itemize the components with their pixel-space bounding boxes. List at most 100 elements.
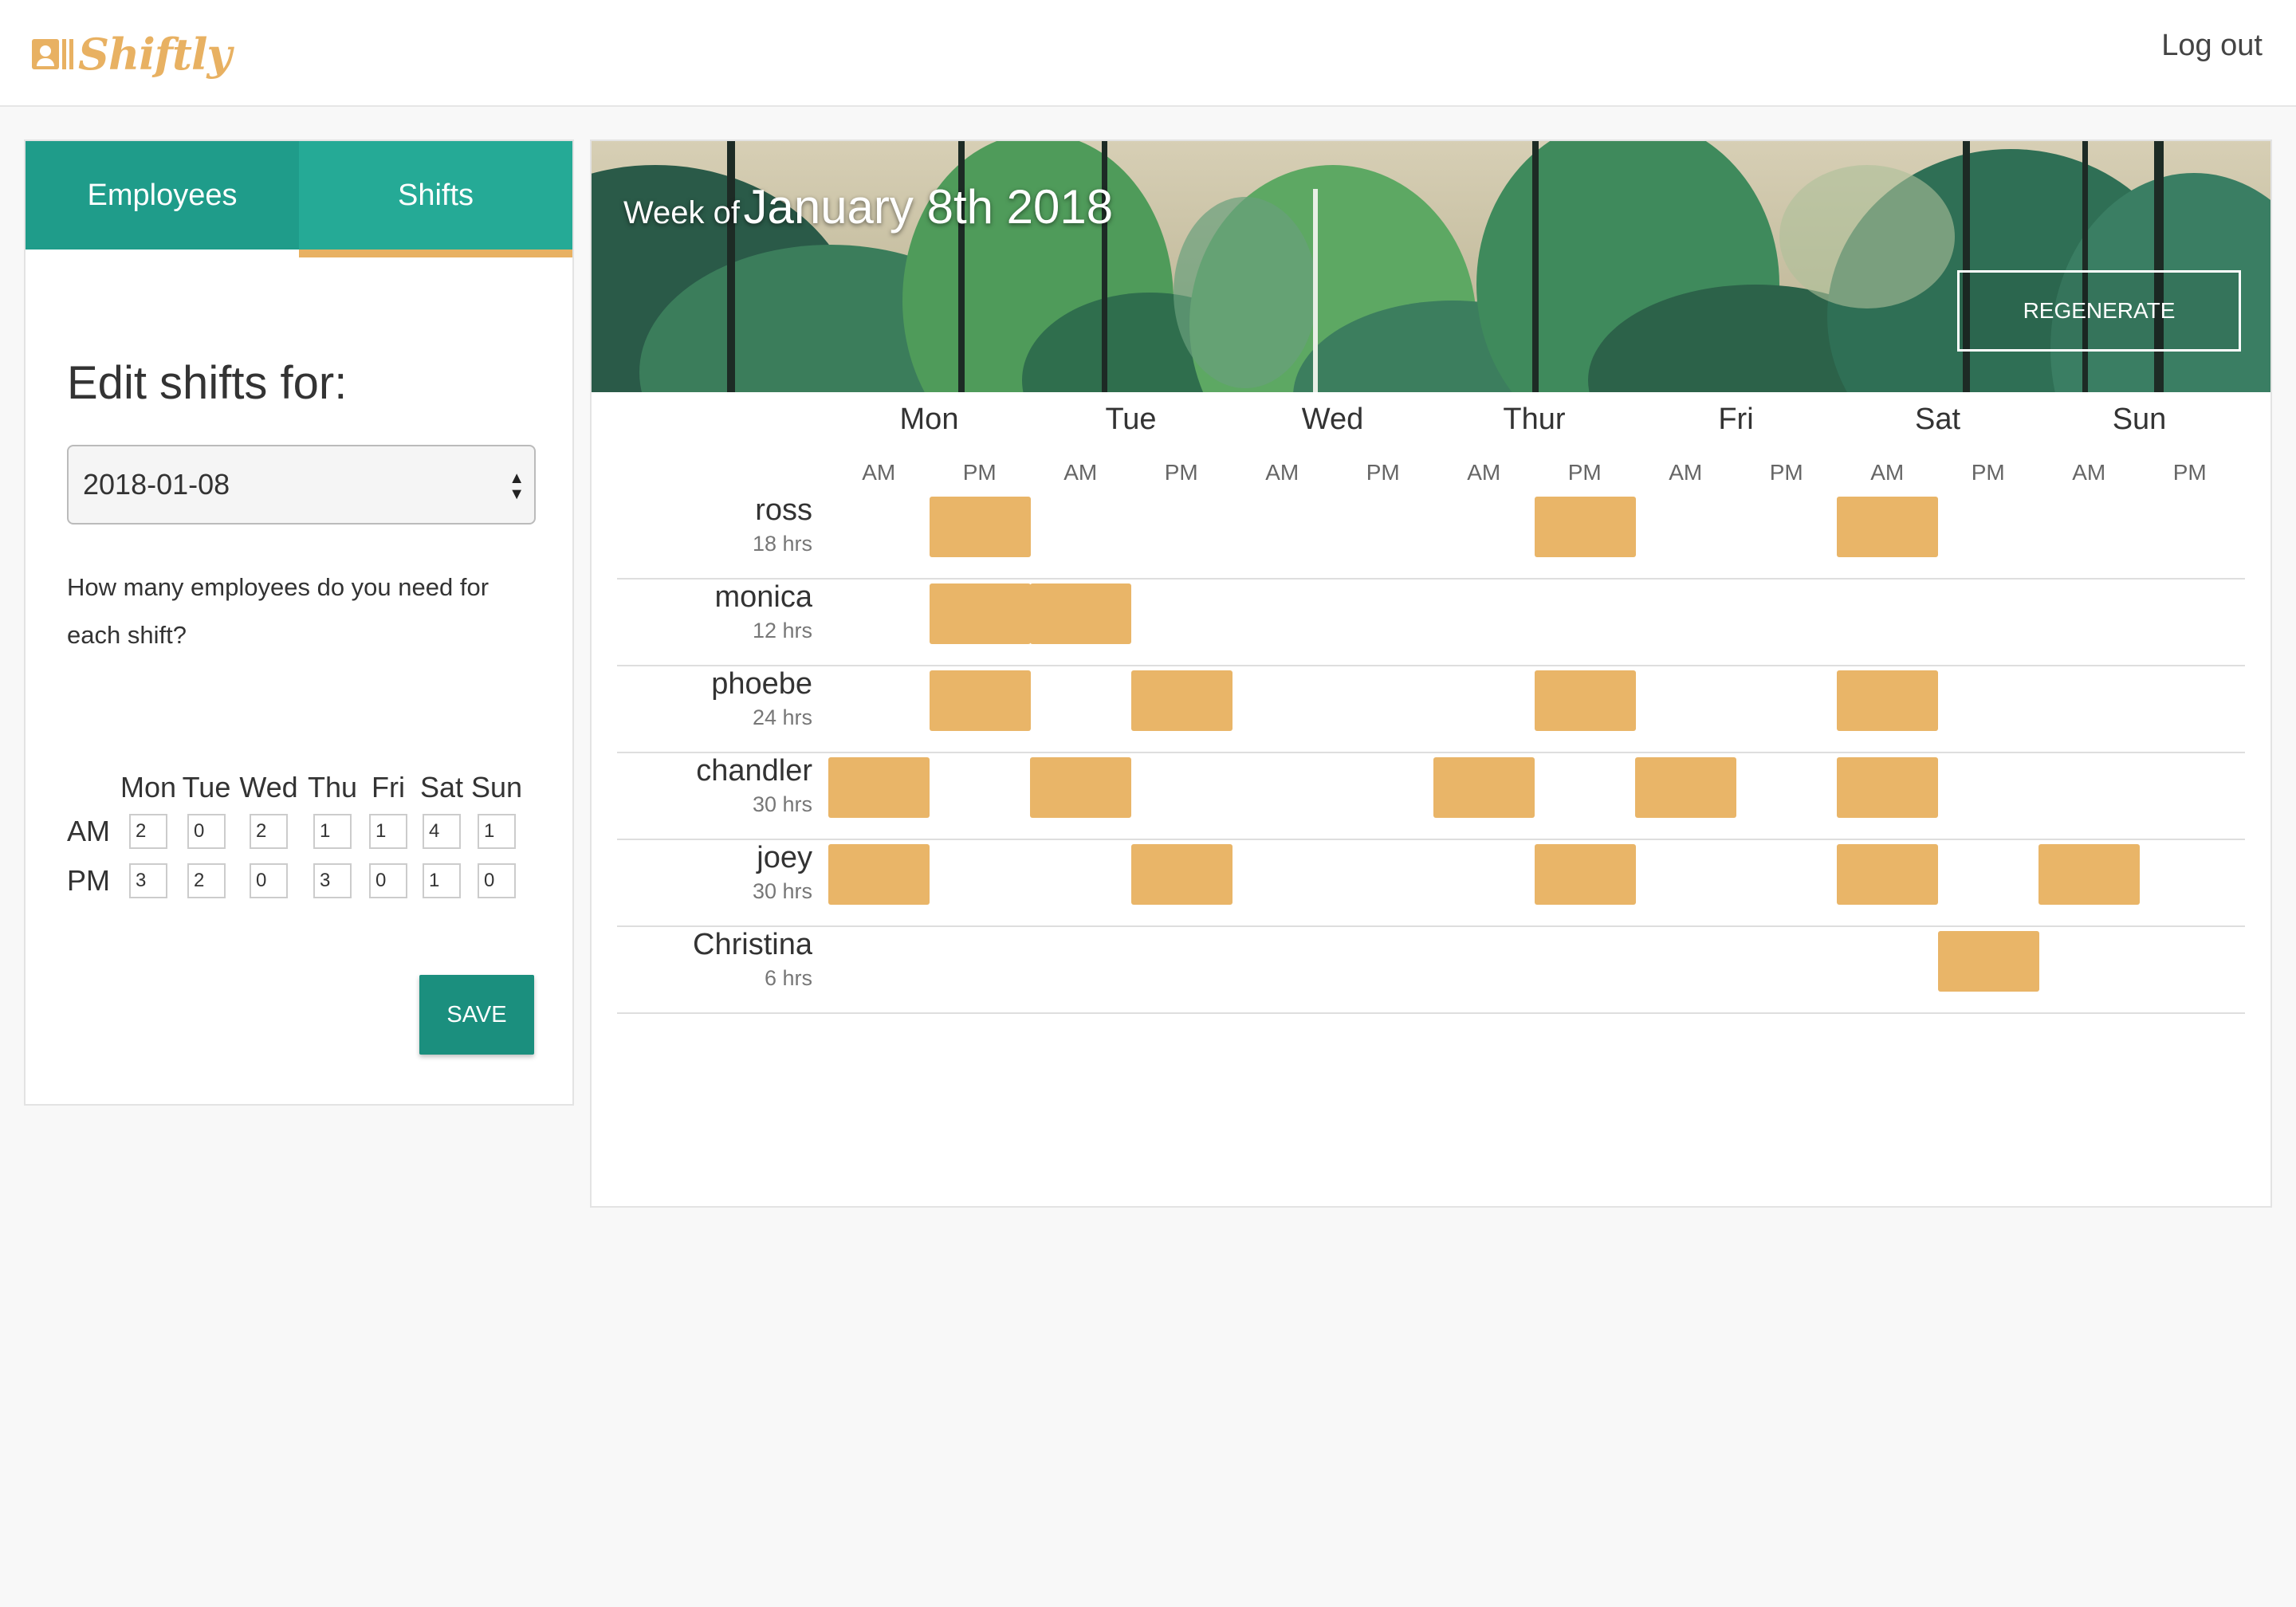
shift-block[interactable] xyxy=(828,757,930,818)
shift-block[interactable] xyxy=(1837,757,1938,818)
shift-block[interactable] xyxy=(1635,757,1736,818)
selected-date-value: 2018-01-08 xyxy=(83,468,230,501)
needed-input-am-tue[interactable]: 0 xyxy=(187,814,226,849)
week-banner: Week of January 8th 2018 REGENERATE xyxy=(592,141,2270,392)
shift-block[interactable] xyxy=(828,844,930,905)
half-day-label-sun-am: AM xyxy=(2072,460,2106,485)
needed-input-pm-mon[interactable]: 3 xyxy=(129,863,167,898)
employee-hours: 18 hrs xyxy=(752,532,812,556)
panel-tabs: Employees Shifts xyxy=(26,141,572,257)
needed-col-mon: Mon xyxy=(120,771,177,804)
half-day-label-wed-pm: PM xyxy=(1366,460,1400,485)
employee-hours: 30 hrs xyxy=(752,879,812,903)
needed-input-am-thu[interactable]: 1 xyxy=(313,814,352,849)
half-day-label-sun-pm: PM xyxy=(2172,460,2207,485)
half-day-label-mon-am: AM xyxy=(862,460,896,485)
day-header-thur: Thur xyxy=(1503,403,1566,436)
week-date: January 8th 2018 xyxy=(743,180,1114,234)
shift-block[interactable] xyxy=(1030,757,1131,818)
top-bar: Shiftly Log out xyxy=(0,0,2296,107)
employee-hours: 12 hrs xyxy=(752,619,812,642)
half-day-label-fri-pm: PM xyxy=(1769,460,1803,485)
day-header-wed: Wed xyxy=(1301,403,1364,436)
employees-needed-question: How many employees do you need for each … xyxy=(67,573,489,649)
employee-hours: 6 hrs xyxy=(764,966,812,990)
shift-block[interactable] xyxy=(1534,670,1636,731)
employee-name: joey xyxy=(757,841,812,874)
app-logo[interactable]: Shiftly xyxy=(32,22,232,86)
shift-block[interactable] xyxy=(2038,844,2140,905)
save-button[interactable]: SAVE xyxy=(419,975,534,1055)
employee-hours: 30 hrs xyxy=(752,792,812,816)
shift-block[interactable] xyxy=(1837,670,1938,731)
row-divider xyxy=(617,665,2245,666)
select-arrows-icon: ▲ ▼ xyxy=(509,470,525,503)
employee-hours: 24 hrs xyxy=(752,705,812,729)
half-day-label-sat-am: AM xyxy=(1870,460,1905,485)
needed-input-am-mon[interactable]: 2 xyxy=(129,814,167,849)
half-day-label-mon-pm: PM xyxy=(962,460,997,485)
am-row-label: AM xyxy=(67,815,110,847)
shift-block[interactable] xyxy=(1130,670,1233,731)
needed-row-pm: PM 3203010 xyxy=(67,859,525,903)
shift-settings-panel: Employees Shifts Edit shifts for: 2018-0… xyxy=(24,139,574,1106)
shift-block[interactable] xyxy=(1837,497,1938,557)
needed-input-pm-sat[interactable]: 1 xyxy=(423,863,461,898)
row-divider xyxy=(617,925,2245,927)
day-header-fri: Fri xyxy=(1718,403,1754,436)
shift-block[interactable] xyxy=(1534,844,1636,905)
half-day-label-tue-am: AM xyxy=(1063,460,1098,485)
shift-block[interactable] xyxy=(929,497,1031,557)
logo-icon xyxy=(32,39,73,69)
week-title: Week of January 8th 2018 xyxy=(623,179,1113,234)
needed-input-pm-sun[interactable]: 0 xyxy=(478,863,516,898)
pm-row-label: PM xyxy=(67,864,110,897)
needed-input-am-wed[interactable]: 2 xyxy=(250,814,288,849)
shift-block[interactable] xyxy=(1534,497,1636,557)
employee-name: Christina xyxy=(693,928,812,961)
logout-link[interactable]: Log out xyxy=(2161,29,2263,63)
needed-col-sun: Sun xyxy=(470,771,523,804)
regenerate-button[interactable]: REGENERATE xyxy=(1957,270,2241,352)
half-day-label-thur-am: AM xyxy=(1467,460,1501,485)
half-day-label-sat-pm: PM xyxy=(1971,460,2005,485)
week-prefix: Week of xyxy=(623,195,740,230)
row-divider xyxy=(617,1012,2245,1014)
shift-block[interactable] xyxy=(1837,844,1938,905)
employee-name: phoebe xyxy=(711,667,812,701)
half-day-label-fri-am: AM xyxy=(1669,460,1703,485)
half-day-label-wed-am: AM xyxy=(1265,460,1299,485)
needed-col-thu: Thu xyxy=(307,771,358,804)
half-day-label-thur-pm: PM xyxy=(1567,460,1602,485)
half-day-label-tue-pm: PM xyxy=(1164,460,1198,485)
schedule-panel: Week of January 8th 2018 REGENERATE Mon A… xyxy=(590,139,2272,1208)
shift-block[interactable] xyxy=(1030,583,1131,644)
needed-input-am-sun[interactable]: 1 xyxy=(478,814,516,849)
tab-shifts[interactable]: Shifts xyxy=(299,141,572,257)
needed-input-am-sat[interactable]: 4 xyxy=(423,814,461,849)
needed-col-wed: Wed xyxy=(239,771,298,804)
day-header-tue: Tue xyxy=(1105,403,1157,436)
shift-block[interactable] xyxy=(929,670,1031,731)
needed-col-tue: Tue xyxy=(182,771,231,804)
week-date-select[interactable]: 2018-01-08 ▲ ▼ xyxy=(67,445,536,525)
row-divider xyxy=(617,578,2245,580)
shift-block[interactable] xyxy=(929,583,1031,644)
shift-block[interactable] xyxy=(1433,757,1535,818)
needed-grid-header: Mon Tue Wed Thu Fri Sat Sun xyxy=(67,771,525,804)
tab-employees[interactable]: Employees xyxy=(26,141,299,249)
needed-input-am-fri[interactable]: 1 xyxy=(369,814,407,849)
needed-input-pm-fri[interactable]: 0 xyxy=(369,863,407,898)
logo-text: Shiftly xyxy=(78,29,232,80)
shift-block[interactable] xyxy=(1937,931,2039,992)
needed-input-pm-wed[interactable]: 0 xyxy=(250,863,288,898)
row-divider xyxy=(617,752,2245,753)
employee-name: monica xyxy=(714,580,813,614)
needed-input-pm-thu[interactable]: 3 xyxy=(313,863,352,898)
employee-name: ross xyxy=(755,493,812,527)
employee-name: chandler xyxy=(696,754,812,788)
shift-block[interactable] xyxy=(1130,844,1233,905)
day-header-mon: Mon xyxy=(899,403,959,436)
day-header-sat: Sat xyxy=(1914,403,1961,436)
needed-input-pm-tue[interactable]: 2 xyxy=(187,863,226,898)
